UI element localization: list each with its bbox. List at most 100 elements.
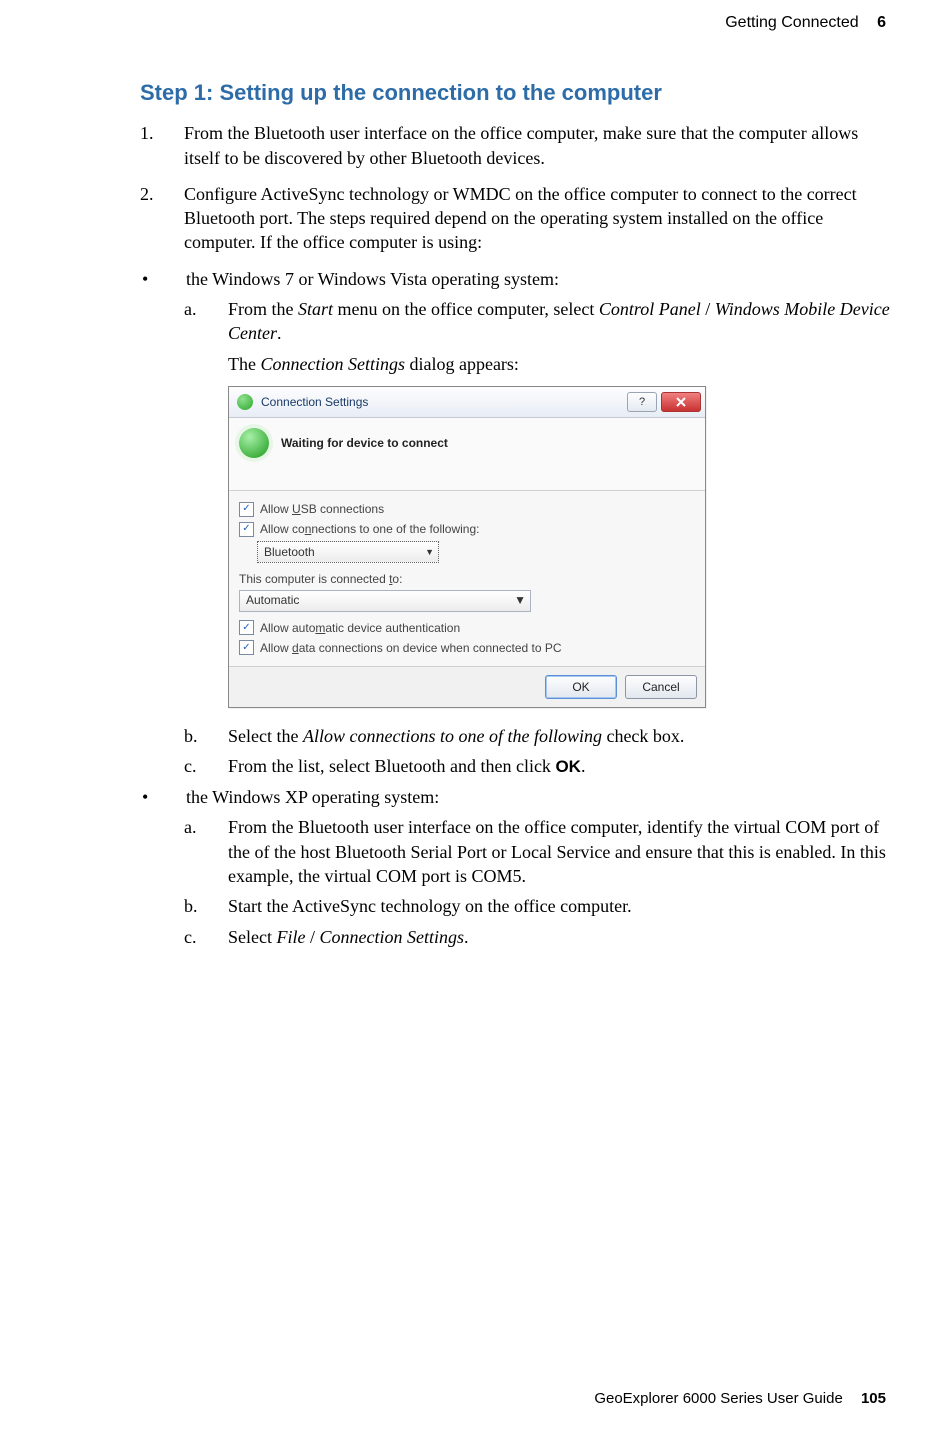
bullet-icon: • (140, 267, 186, 291)
allow-auth-checkbox[interactable] (239, 620, 254, 635)
page-header: Getting Connected 6 (0, 0, 930, 34)
win7-step-c: c. From the list, select Bluetooth and t… (184, 754, 890, 779)
connected-to-label: This computer is connected to: (239, 571, 695, 587)
dialog-footer: OK Cancel (229, 666, 705, 707)
list-text: From the Bluetooth user interface on the… (184, 121, 890, 170)
text-fragment: . (277, 323, 282, 343)
text-fragment: dialog appears: (405, 354, 519, 374)
connection-settings-screenshot: Connection Settings ? Waiting for device… (228, 386, 706, 708)
cancel-button[interactable]: Cancel (625, 675, 697, 699)
ui-term-start: Start (298, 299, 333, 319)
button-label: Cancel (642, 679, 679, 695)
page-footer: GeoExplorer 6000 Series User Guide 105 (594, 1389, 886, 1409)
dialog-body: Allow USB connections Allow connections … (229, 491, 705, 666)
text-fragment: Allow auto (260, 621, 315, 635)
list-item-2: 2. Configure ActiveSync technology or WM… (140, 182, 890, 255)
select-value: Automatic (246, 592, 299, 608)
text-fragment: Select (228, 927, 276, 947)
sync-icon (237, 394, 253, 410)
sub-letter: a. (184, 297, 228, 346)
list-number: 2. (140, 182, 184, 255)
bullet-item-win7: • the Windows 7 or Windows Vista operati… (140, 267, 890, 291)
text-fragment: Allow (260, 502, 292, 516)
text-fragment: From the (228, 299, 298, 319)
text-fragment: This computer is connected (239, 572, 389, 586)
close-button[interactable] (661, 392, 701, 412)
text-fragment: From the list, select Bluetooth and then… (228, 756, 555, 776)
status-icon (239, 428, 269, 458)
xp-step-a: a. From the Bluetooth user interface on … (184, 815, 890, 888)
allow-connections-checkbox-row: Allow connections to one of the followin… (239, 521, 695, 537)
guide-title: GeoExplorer 6000 Series User Guide (594, 1390, 842, 1407)
text-fragment: / (305, 927, 319, 947)
ui-button-ok: OK (555, 757, 581, 776)
step-heading: Step 1: Setting up the connection to the… (140, 78, 930, 108)
text-fragment: The (228, 354, 260, 374)
text-fragment: menu on the office computer, select (333, 299, 599, 319)
connection-type-row: Bluetooth ▼ (257, 541, 695, 563)
xp-step-b: b. Start the ActiveSync technology on th… (184, 894, 890, 918)
ui-term-file: File (276, 927, 305, 947)
text-fragment: SB connections (301, 502, 384, 516)
text-fragment: Allow (260, 641, 292, 655)
list-text: Configure ActiveSync technology or WMDC … (184, 182, 890, 255)
sub-text: Start the ActiveSync technology on the o… (228, 894, 890, 918)
text-fragment: / (701, 299, 715, 319)
list-item-1: 1. From the Bluetooth user interface on … (140, 121, 890, 170)
sub-letter: a. (184, 815, 228, 888)
ui-term-connection-settings: Connection Settings (320, 927, 464, 947)
connection-type-select[interactable]: Bluetooth ▼ (257, 541, 439, 563)
connected-to-select[interactable]: Automatic ▼ (239, 590, 531, 612)
sub-letter: b. (184, 894, 228, 918)
text-fragment: check box. (602, 726, 684, 746)
allow-usb-checkbox[interactable] (239, 502, 254, 517)
button-label: OK (572, 679, 589, 695)
dialog-title: Connection Settings (261, 394, 627, 410)
allow-usb-label: Allow USB connections (260, 501, 384, 517)
sub-text: From the Start menu on the office comput… (228, 297, 890, 346)
accelerator-char: d (292, 641, 299, 655)
text-fragment: Select the (228, 726, 303, 746)
allow-data-checkbox[interactable] (239, 640, 254, 655)
accelerator-char: m (315, 621, 325, 635)
win7-step-a: a. From the Start menu on the office com… (184, 297, 890, 346)
sub-text: From the Bluetooth user interface on the… (228, 815, 890, 888)
ui-term-allow-connections: Allow connections to one of the followin… (303, 726, 602, 746)
chevron-down-icon: ▼ (425, 546, 434, 558)
ui-term-connection-settings: Connection Settings (260, 354, 404, 374)
text-fragment: nections to one of the following: (311, 522, 479, 536)
allow-data-checkbox-row: Allow data connections on device when co… (239, 640, 695, 656)
allow-usb-checkbox-row: Allow USB connections (239, 501, 695, 517)
list-number: 1. (140, 121, 184, 170)
text-fragment: . (581, 756, 586, 776)
chapter-number: 6 (877, 14, 886, 31)
select-value: Bluetooth (264, 544, 315, 560)
connection-settings-dialog: Connection Settings ? Waiting for device… (228, 386, 706, 708)
allow-data-label: Allow data connections on device when co… (260, 640, 562, 656)
text-fragment: o: (392, 572, 402, 586)
win7-step-a-note: The Connection Settings dialog appears: (228, 352, 890, 376)
allow-auth-checkbox-row: Allow automatic device authentication (239, 620, 695, 636)
text-fragment: Allow co (260, 522, 305, 536)
bullet-text: the Windows XP operating system: (186, 785, 890, 809)
text-fragment: ata connections on device when connected… (299, 641, 562, 655)
help-button[interactable]: ? (627, 392, 657, 412)
xp-step-c: c. Select File / Connection Settings. (184, 925, 890, 949)
chapter-title: Getting Connected (725, 14, 858, 31)
ok-button[interactable]: OK (545, 675, 617, 699)
accelerator-char: U (292, 502, 301, 516)
sub-letter: b. (184, 724, 228, 748)
sub-letter: c. (184, 925, 228, 949)
dialog-titlebar: Connection Settings ? (229, 387, 705, 418)
help-glyph: ? (639, 395, 645, 410)
allow-connections-checkbox[interactable] (239, 522, 254, 537)
text-fragment: . (464, 927, 469, 947)
content-body: 1. From the Bluetooth user interface on … (140, 121, 890, 949)
sub-text: Select File / Connection Settings. (228, 925, 890, 949)
chevron-down-icon: ▼ (514, 592, 526, 608)
close-icon (675, 397, 687, 407)
sub-letter: c. (184, 754, 228, 779)
page-number: 105 (861, 1390, 886, 1407)
sub-text: Select the Allow connections to one of t… (228, 724, 890, 748)
bullet-text: the Windows 7 or Windows Vista operating… (186, 267, 890, 291)
